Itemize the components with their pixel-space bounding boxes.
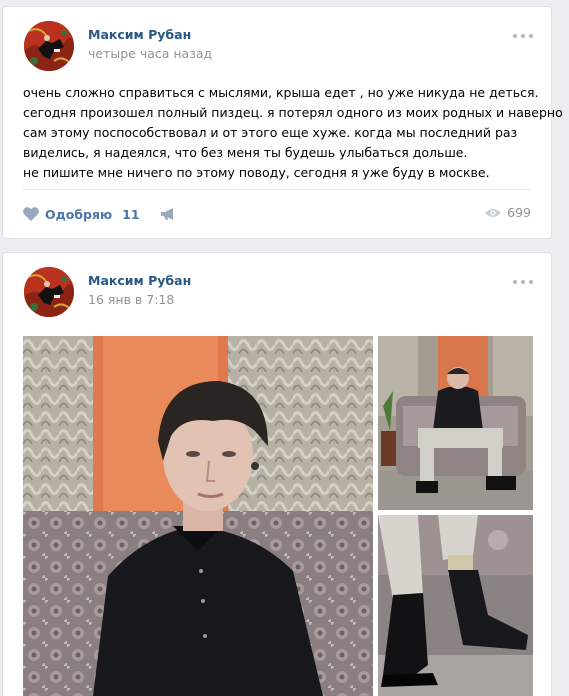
avatar[interactable] (24, 21, 74, 71)
post-text-line: не пишите мне ничего по этому поводу, се… (23, 165, 490, 180)
post-actions: Одобряю 11 (23, 205, 176, 223)
post-text: очень сложно справиться с мыслями, крыша… (23, 83, 563, 183)
post-text-line: очень сложно справиться с мыслями, крыша… (23, 85, 539, 100)
views-counter: 699 (485, 205, 531, 220)
views-count: 699 (507, 205, 531, 220)
author-name[interactable]: Максим Рубан (88, 27, 191, 42)
more-dots-icon[interactable] (513, 33, 533, 39)
author-name[interactable]: Максим Рубан (88, 273, 191, 288)
photo-portrait[interactable] (23, 336, 373, 696)
post-text-line: виделись, я надеялся, что без меня ты бу… (23, 145, 468, 160)
like-count: 11 (122, 206, 140, 222)
more-dots-icon[interactable] (513, 279, 533, 285)
post-date[interactable]: 16 янв в 7:18 (88, 292, 174, 307)
post-text-line: сегодня произошел полный пиздец. я потер… (23, 105, 563, 120)
heart-icon (23, 207, 39, 221)
like-button[interactable]: Одобряю 11 (23, 207, 140, 222)
photo-boots[interactable] (378, 515, 533, 696)
wall-post: Максим Рубан четыре часа назад очень сло… (2, 6, 563, 239)
photo-sitting[interactable] (378, 336, 533, 510)
like-label: Одобряю (45, 206, 113, 222)
divider (23, 189, 531, 190)
share-button[interactable] (160, 207, 176, 221)
post-date[interactable]: четыре часа назад (88, 46, 212, 61)
photo-grid (23, 336, 533, 696)
eye-icon (485, 208, 502, 217)
megaphone-icon (160, 208, 173, 220)
avatar[interactable] (24, 267, 74, 317)
wall-post: Максим Рубан 16 янв в 7:18 (2, 252, 552, 696)
post-text-line: сам этому поспособствовал и от этого еще… (23, 125, 518, 140)
